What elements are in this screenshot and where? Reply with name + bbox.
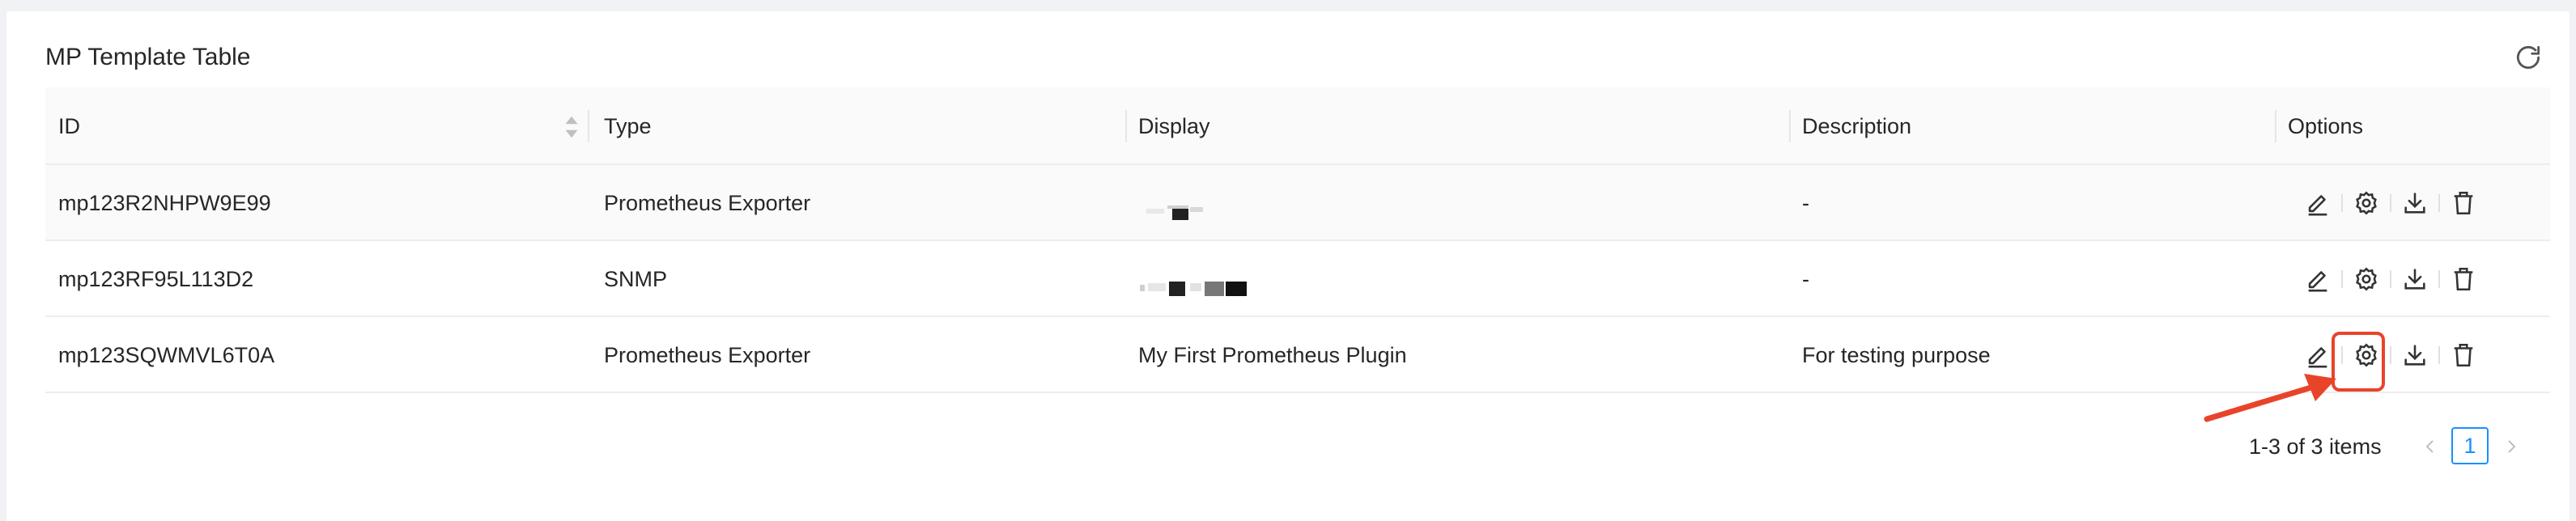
options-divider [2390,346,2391,364]
chevron-right-icon[interactable] [2502,437,2521,456]
cell-type: SNMP [604,267,668,291]
column-separator [2275,110,2276,142]
download-icon[interactable] [2401,265,2429,293]
annotation-arrow-icon [2204,374,2336,422]
column-header-id[interactable]: ID [58,87,80,165]
options-divider [2390,194,2391,212]
column-separator [1125,110,1127,142]
column-header-type: Type [604,114,652,138]
cell-type: Prometheus Exporter [604,343,811,367]
sort-icon[interactable] [563,115,580,139]
options-divider [2390,270,2391,288]
column-header-options: Options [2288,114,2364,138]
cell-id: mp123SQWMVL6T0A [58,343,275,367]
options-divider [2438,270,2440,288]
table-row: mp123R2NHPW9E99 Prometheus Exporter - [45,165,2550,241]
options-divider [2438,346,2440,364]
reload-icon[interactable] [2513,42,2544,73]
edit-icon[interactable] [2304,341,2332,369]
settings-icon[interactable] [2353,189,2380,217]
delete-icon[interactable] [2450,189,2477,217]
pagination-page-1[interactable]: 1 [2451,427,2489,464]
cell-id: mp123R2NHPW9E99 [58,191,271,215]
card-title: MP Template Table [45,44,251,70]
delete-icon[interactable] [2450,341,2477,369]
download-icon[interactable] [2401,189,2429,217]
download-icon[interactable] [2401,341,2429,369]
cell-description: - [1802,191,1809,215]
cell-description: For testing purpose [1802,343,1991,367]
cell-id: mp123RF95L113D2 [58,267,254,291]
edit-icon[interactable] [2304,265,2332,293]
options-divider [2438,194,2440,212]
column-header-display: Display [1138,114,1210,138]
template-card: MP Template Table ID Type Display Descri… [6,11,2570,521]
column-separator [1789,110,1791,142]
mp-template-table: ID Type Display Description Options mp12… [45,87,2550,393]
options-divider [2341,194,2343,212]
chevron-left-icon[interactable] [2421,437,2440,456]
redacted-display [1143,202,1224,220]
edit-icon[interactable] [2304,189,2332,217]
cell-type: Prometheus Exporter [604,191,811,215]
delete-icon[interactable] [2450,265,2477,293]
table-row: mp123SQWMVL6T0A Prometheus Exporter My F… [45,317,2550,393]
pagination-total: 1-3 of 3 items [2249,434,2382,459]
table-row: mp123RF95L113D2 SNMP - [45,241,2550,317]
redacted-display [1140,278,1261,296]
cell-display: My First Prometheus Plugin [1138,343,1407,367]
options-divider [2341,270,2343,288]
cell-description: - [1802,267,1809,291]
column-header-description: Description [1802,114,1912,138]
settings-icon[interactable] [2353,265,2380,293]
table-header: ID Type Display Description Options [45,87,2550,165]
column-separator [588,110,589,142]
